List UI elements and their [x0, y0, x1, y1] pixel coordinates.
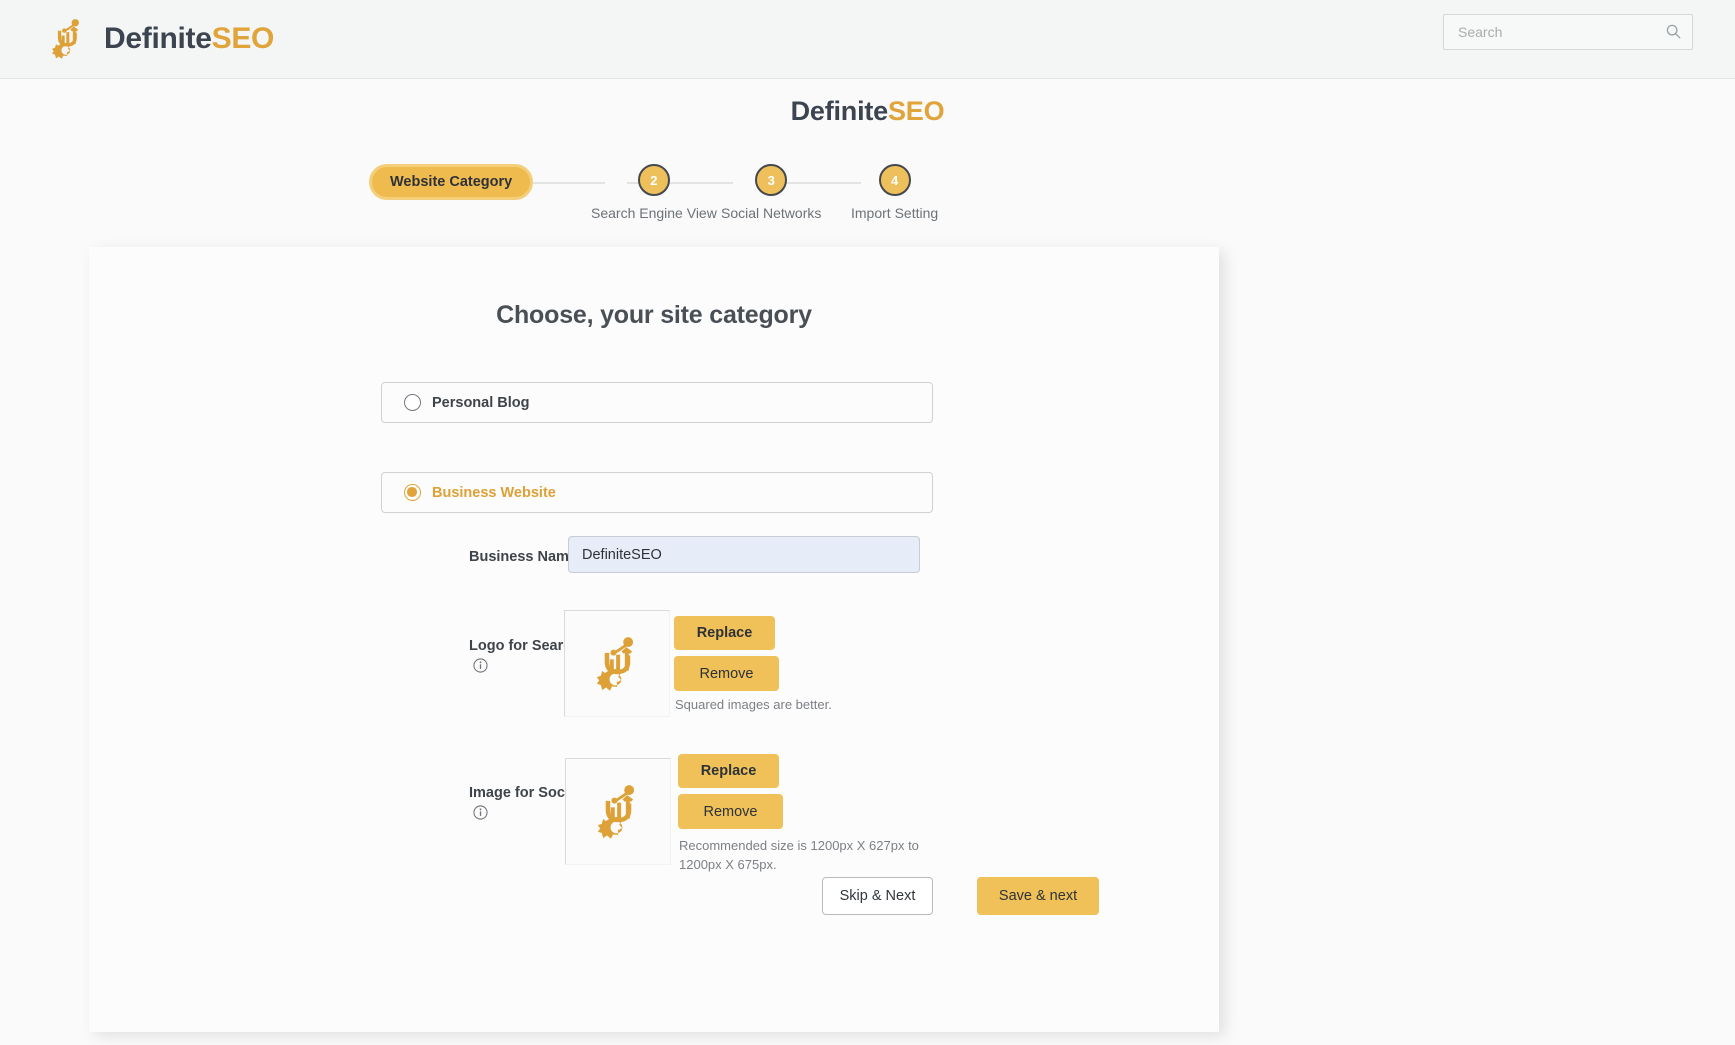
category-option-personal-blog[interactable]: Personal Blog: [381, 382, 933, 423]
page-title: Choose, your site category: [496, 301, 812, 329]
social-image-remove-button[interactable]: Remove: [678, 794, 783, 829]
business-name-input[interactable]: [568, 536, 920, 573]
info-icon[interactable]: [473, 658, 488, 673]
step-number: 3: [755, 164, 788, 196]
step-item-import-setting[interactable]: 4 Import Setting: [851, 164, 938, 221]
brand-title-part1: Definite: [104, 22, 212, 55]
seo-gear-chart-logo-icon: [596, 636, 634, 691]
wizard-title-part2: SEO: [888, 96, 945, 126]
save-and-next-button[interactable]: Save & next: [977, 877, 1099, 915]
radio-icon[interactable]: [404, 394, 421, 411]
brand-title-part2: SEO: [211, 22, 275, 55]
logo-replace-button[interactable]: Replace: [674, 616, 775, 650]
wizard-title: DefiniteSEO: [0, 96, 1735, 127]
wizard-card: Choose, your site category Personal Blog…: [89, 247, 1219, 1032]
wizard-stepper: Website Category 2 Search Engine View 3 …: [369, 164, 938, 230]
search-input[interactable]: [1443, 14, 1693, 50]
step-label: Search Engine View: [591, 205, 717, 221]
social-image-replace-button[interactable]: Replace: [678, 754, 779, 788]
logo-remove-button[interactable]: Remove: [674, 656, 779, 691]
radio-selected-icon[interactable]: [404, 484, 421, 501]
seo-gear-chart-logo-icon: [597, 784, 635, 839]
step-number: 2: [637, 164, 670, 196]
step-label: Import Setting: [851, 205, 939, 221]
category-option-label: Business Website: [432, 484, 556, 501]
step-pill-label: Website Category: [369, 164, 534, 200]
step-label: Social Networks: [721, 205, 822, 221]
logo-hint: Squared images are better.: [675, 697, 832, 712]
search-container: [1443, 14, 1693, 50]
category-option-label: Personal Blog: [432, 394, 530, 411]
wizard-title-part1: Definite: [790, 96, 889, 126]
skip-and-next-button[interactable]: Skip & Next: [822, 877, 933, 915]
step-number: 4: [878, 164, 911, 196]
logo-preview: [564, 610, 670, 717]
category-option-business-website[interactable]: Business Website: [381, 472, 933, 513]
app-header: DefiniteSEO: [0, 0, 1735, 79]
info-icon[interactable]: [473, 805, 488, 820]
brand[interactable]: DefiniteSEO: [44, 16, 274, 62]
step-item-search-engine-view[interactable]: 2 Search Engine View: [591, 164, 717, 221]
brand-title: DefiniteSEO: [104, 22, 274, 56]
step-item-website-category[interactable]: Website Category: [369, 164, 534, 200]
step-item-social-networks[interactable]: 3 Social Networks: [721, 164, 821, 221]
seo-gear-chart-logo-icon: [44, 16, 90, 62]
social-image-preview: [565, 758, 671, 865]
business-name-label-text: Business Name: [469, 549, 577, 565]
social-image-hint: Recommended size is 1200px X 627px to 12…: [679, 838, 919, 872]
